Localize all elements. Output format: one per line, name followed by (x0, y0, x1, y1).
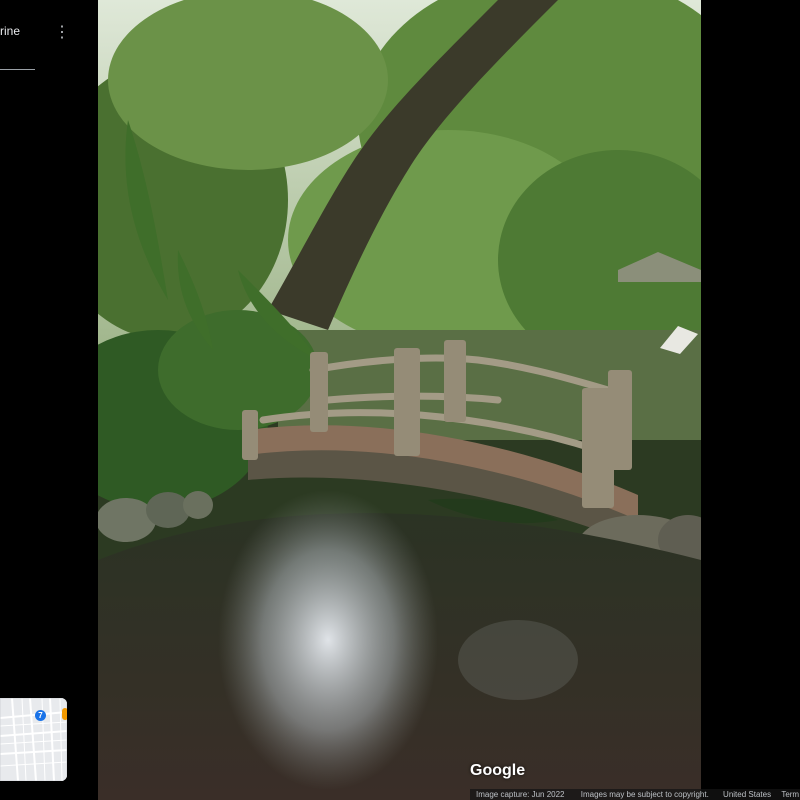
minimap[interactable]: 7 (0, 698, 67, 781)
garden-bridge-photo (98, 0, 701, 800)
marker-icon (62, 708, 67, 720)
image-capture-date: Image capture: Jun 2022 (476, 790, 565, 799)
title-underline (0, 69, 35, 70)
location-pin-icon[interactable]: 7 (35, 710, 46, 721)
copyright-notice[interactable]: Images may be subject to copyright. (577, 789, 713, 800)
more-options-icon[interactable]: ⋮ (54, 22, 70, 44)
right-panel (701, 0, 800, 800)
place-title[interactable]: rine (0, 24, 60, 38)
terms-link[interactable]: Term (777, 789, 800, 800)
country-link[interactable]: United States (719, 789, 775, 800)
attribution-bar: Image capture: Jun 2022 Images may be su… (470, 789, 800, 800)
google-logo: Google (470, 762, 526, 779)
street-view-photo[interactable]: Google (98, 0, 701, 800)
minimap-streets (0, 698, 67, 781)
left-panel: rine ⋮ 7 (0, 0, 98, 800)
